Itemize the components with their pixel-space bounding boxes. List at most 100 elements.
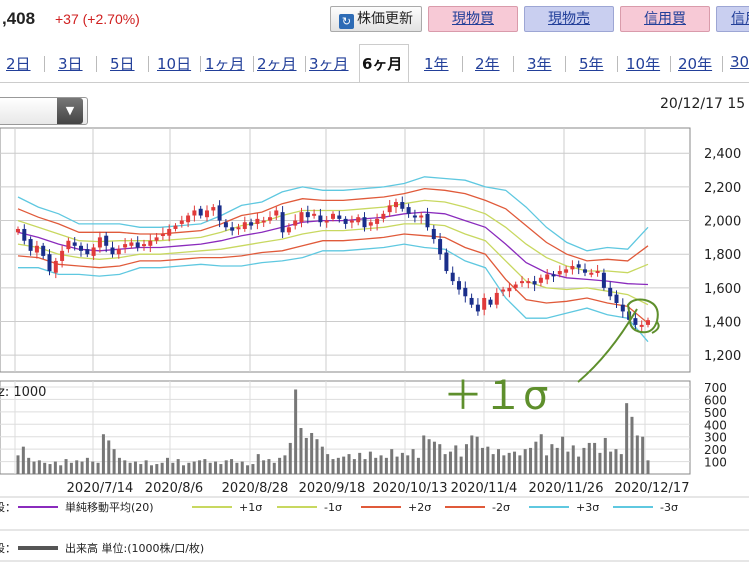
volume-bar (262, 460, 266, 474)
candle-body (312, 213, 317, 216)
volume-bar (379, 455, 383, 474)
volume-bar (363, 459, 367, 474)
volume-bar (513, 451, 517, 474)
candle-body (148, 240, 153, 246)
volume-bar (454, 445, 458, 474)
candle-body (469, 297, 474, 305)
candle-body (41, 245, 46, 256)
volume-bar (43, 462, 47, 474)
candle-body (236, 227, 241, 230)
candle-body (154, 237, 159, 241)
candle-body (123, 244, 128, 248)
candle-body (179, 220, 184, 224)
volume-bar (315, 439, 319, 474)
date-tick-label: 2020/8/6 (145, 481, 203, 496)
date-tick-label: 2020/7/14 (67, 481, 134, 496)
candle-body (564, 269, 569, 273)
volume-bar (518, 455, 522, 474)
candle-body (375, 218, 380, 224)
candle-body (488, 299, 493, 305)
candle-body (110, 247, 115, 255)
volume-bar (139, 464, 143, 474)
candle-body (368, 222, 373, 226)
candle-body (305, 212, 310, 218)
volume-bar (395, 456, 399, 474)
volume-bar (128, 462, 132, 474)
volume-bar (555, 447, 559, 474)
volume-bar (609, 451, 613, 474)
volume-bar (16, 455, 20, 474)
volume-bar (603, 437, 607, 474)
candle-body (116, 249, 121, 255)
chart-legend: 設： 単純移動平均(20) +1σ -1σ +2σ -2σ +3σ -3σ 設： 出来高 単位:(… (0, 496, 749, 562)
volume-bar (443, 454, 447, 474)
volume-bar (155, 464, 159, 474)
volume-bar (203, 459, 207, 474)
volume-bar (230, 459, 234, 474)
date-tick-label: 2020/11/4 (451, 481, 518, 496)
volume-bar (432, 441, 436, 474)
candle-body (192, 210, 197, 216)
volume-bar (614, 449, 618, 474)
volume-bar (406, 455, 410, 474)
candle-body (589, 272, 594, 275)
volume-unit-label: z: 1000 (0, 385, 46, 400)
date-tick-label: 2020/10/13 (373, 481, 448, 496)
volume-bar (187, 462, 191, 474)
date-tick-label: 2020/8/28 (222, 481, 289, 496)
volume-bar (251, 464, 255, 474)
candle-body (129, 242, 134, 246)
volume-bar (523, 449, 527, 474)
volume-bar (619, 454, 623, 474)
volume-tick-label: 100 (704, 456, 727, 470)
candle-body (205, 210, 209, 218)
volume-bar (304, 437, 308, 474)
volume-bar (107, 440, 111, 474)
volume-bar (561, 436, 565, 474)
volume-bar (459, 456, 463, 474)
candle-body (450, 272, 455, 282)
volume-bar (390, 449, 394, 474)
candle-body (639, 324, 644, 327)
volume-bar (69, 462, 73, 474)
volume-bar (246, 465, 250, 474)
candle-body (331, 213, 335, 219)
volume-bar (534, 441, 538, 474)
candle-body (551, 274, 556, 277)
volume-bar (219, 464, 223, 474)
volume-bar (214, 461, 218, 474)
candle-body (419, 215, 424, 218)
candle-body (482, 297, 487, 310)
volume-bar (331, 459, 335, 474)
candle-body (494, 292, 499, 305)
volume-bar (117, 457, 121, 474)
annotation-text: ＋１σ (443, 373, 548, 419)
volume-bar (53, 461, 57, 474)
volume-bar (272, 462, 276, 474)
volume-bar (123, 460, 127, 474)
volume-bar (539, 434, 543, 474)
candle-body (381, 213, 386, 219)
volume-bar (545, 455, 549, 474)
price-tick-label: 2,400 (704, 147, 741, 162)
candle-body (230, 227, 235, 231)
volume-bar (91, 461, 95, 474)
candle-body (16, 228, 20, 233)
candle-body (211, 207, 216, 211)
candle-body (532, 281, 537, 285)
volume-bar (149, 465, 153, 474)
candle-body (526, 281, 531, 284)
volume-bar (198, 460, 202, 474)
candle-body (173, 225, 178, 229)
volume-bar (240, 461, 244, 474)
candle-body (400, 202, 405, 209)
candle-body (457, 281, 461, 290)
candle-body (104, 235, 109, 246)
candle-body (646, 320, 650, 325)
volume-bar (256, 454, 260, 474)
legend-label-sma: 単純移動平均(20) (65, 500, 154, 514)
volume-bar (347, 454, 351, 474)
candle-body (34, 245, 39, 253)
volume-bar (75, 460, 79, 474)
candle-body (570, 265, 575, 270)
